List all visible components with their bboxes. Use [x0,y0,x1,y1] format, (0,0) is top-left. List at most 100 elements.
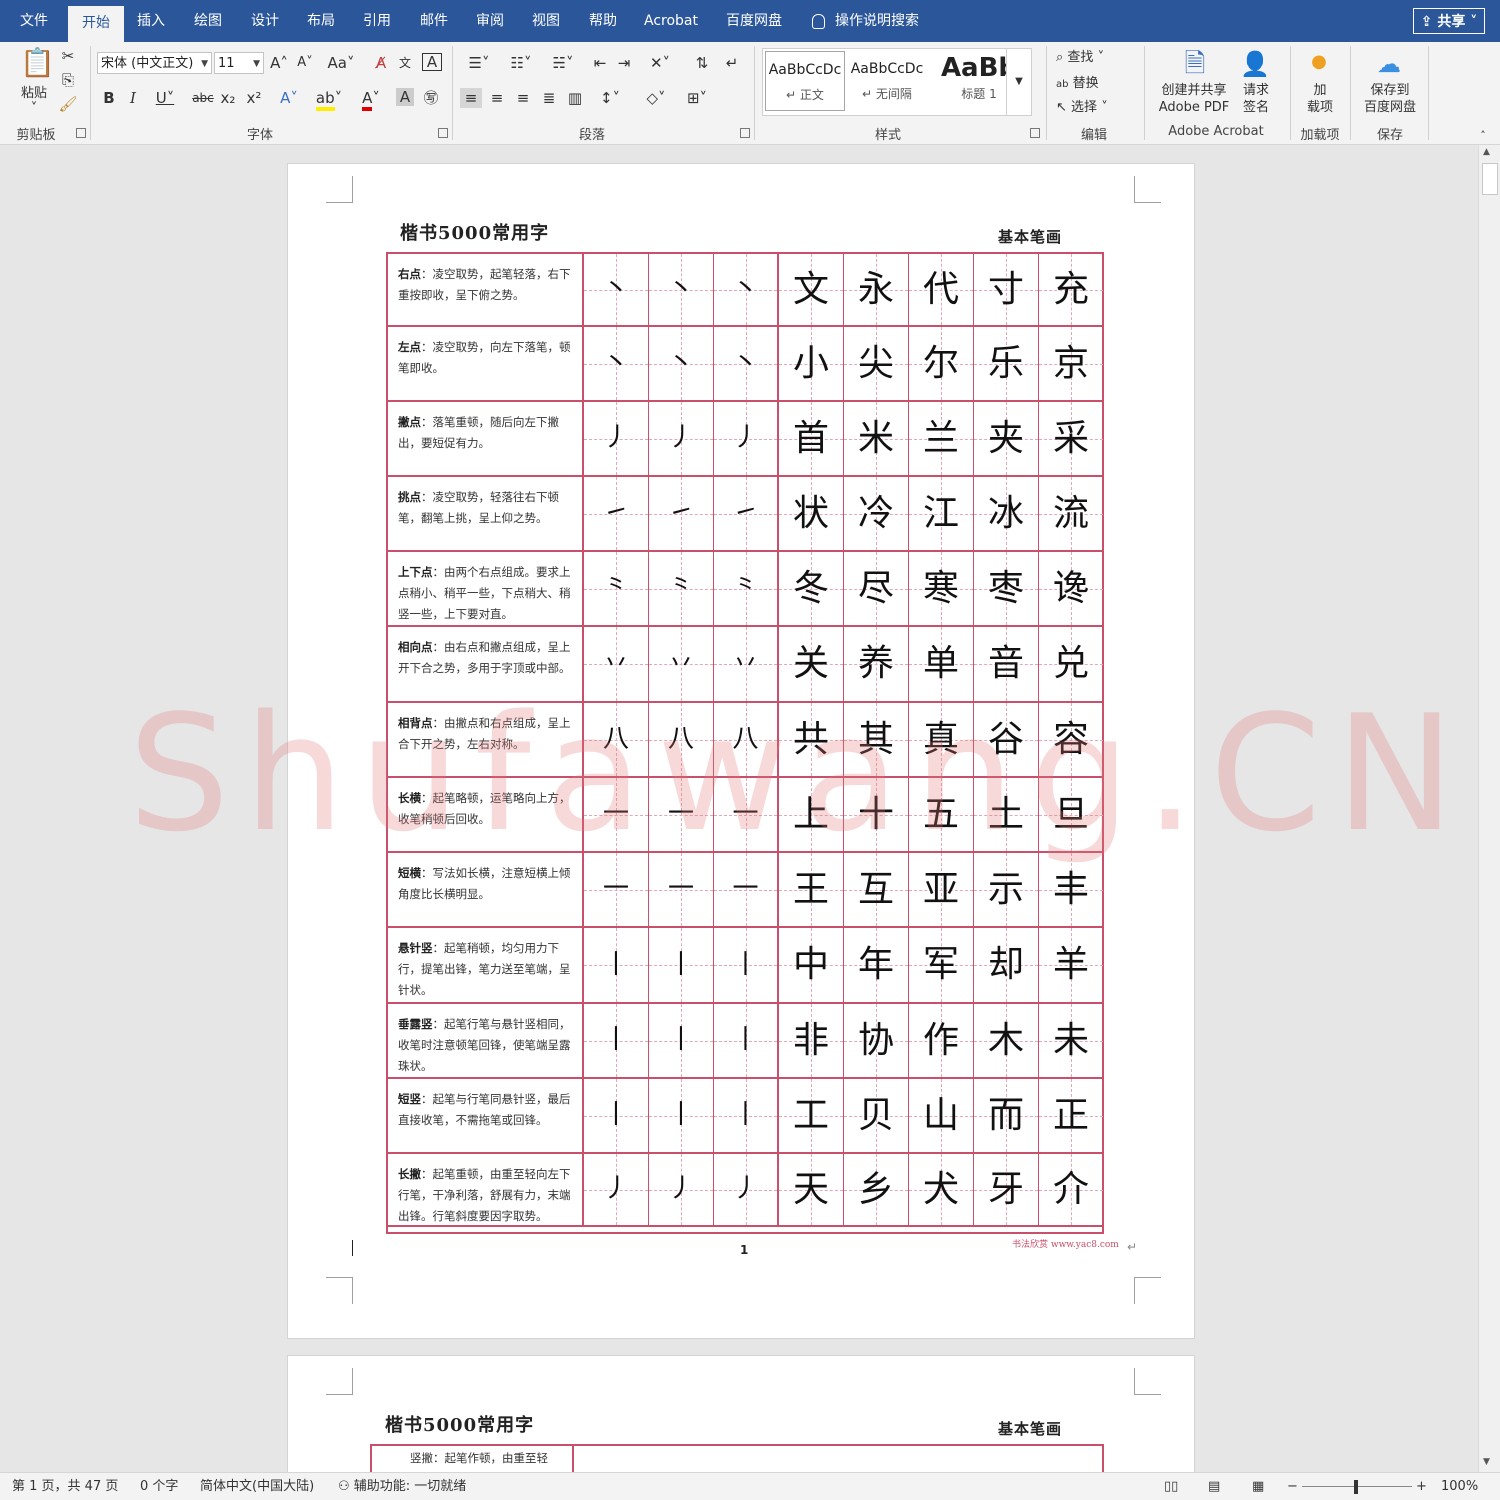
print-layout-icon[interactable]: ▤ [1208,1473,1220,1500]
clipboard-launcher-icon[interactable] [76,128,86,138]
scroll-up-icon[interactable]: ▲ [1483,147,1490,157]
word-count[interactable]: 0 个字 [140,1473,178,1500]
stroke-cell: 丶 [584,254,649,325]
tell-me-search[interactable]: 操作说明搜索 [812,0,919,42]
style-normal[interactable]: AaBbCcDc ↵ 正文 [765,51,845,111]
character-cell: 正 [1039,1079,1103,1152]
font-color-icon[interactable]: A˅ [354,88,388,111]
zoom-level[interactable]: 100% [1441,1473,1478,1500]
read-mode-icon[interactable]: ▯▯ [1164,1473,1178,1500]
font-name-select[interactable]: 宋体 (中文正文) ▼ [97,52,212,74]
tab-review[interactable]: 审阅 [467,0,513,42]
tab-mailings[interactable]: 邮件 [411,0,457,42]
char-scaling-icon[interactable]: ✕˅ [644,53,676,73]
collapse-ribbon-icon[interactable]: ˄ [1474,126,1492,146]
tab-acrobat[interactable]: Acrobat [636,0,706,42]
character-glyph: 王 [792,869,829,910]
share-button[interactable]: ⇪ 共享 ˅ [1413,8,1485,34]
scroll-down-icon[interactable]: ▼ [1483,1457,1490,1467]
replace-button[interactable]: ab 替换 [1056,72,1132,91]
styles-launcher-icon[interactable] [1030,128,1040,138]
tab-view[interactable]: 视图 [523,0,569,42]
tab-references[interactable]: 引用 [354,0,400,42]
style-no-spacing[interactable]: AaBbCcDc ↵ 无间隔 [847,51,927,111]
numbering-icon[interactable]: ☷˅ [504,53,538,73]
accessibility-status[interactable]: ⚇ 辅助功能: 一切就绪 [338,1473,466,1500]
bold-icon[interactable]: B [100,88,118,108]
select-button[interactable]: ↖ 选择 ˅ [1056,96,1132,115]
align-right-icon[interactable]: ≡ [512,88,534,108]
underline-icon[interactable]: U˅ [150,88,180,108]
phonetic-guide-icon[interactable]: 文 [396,53,414,73]
create-pdf-icon[interactable]: 🗎 [1180,46,1210,82]
clear-format-icon[interactable]: A̸ [372,53,390,73]
zoom-in-icon[interactable]: + [1416,1473,1427,1500]
create-share-pdf-button[interactable]: 创建并共享 Adobe PDF [1152,82,1236,116]
web-layout-icon[interactable]: ▦ [1252,1473,1264,1500]
enclose-char-icon[interactable]: ㊢ [422,88,440,108]
char-border-icon[interactable]: A [422,53,442,71]
stroke-cell: 丷 [584,627,649,701]
borders-icon[interactable]: ⊞˅ [680,88,714,108]
subscript-icon[interactable]: x₂ [218,88,238,108]
strikethrough-icon[interactable]: abc [192,88,214,108]
save-baidu-button[interactable]: 保存到 百度网盘 [1358,82,1422,116]
character-glyph: 五 [922,794,959,835]
vertical-scrollbar[interactable]: ▲ ▼ [1478,145,1500,1472]
sort-icon[interactable]: ⇅ [692,53,712,73]
baidu-cloud-icon[interactable]: ☁ [1372,48,1406,80]
italic-icon[interactable]: I [124,88,142,108]
line-spacing-icon[interactable]: ↕˅ [594,88,626,108]
row-description: 悬针竖：起笔稍顿，均匀用力下行，提笔出锋，笔力送至笔端，呈针状。 [388,928,584,1002]
separator [754,46,755,140]
addins-button[interactable]: 加载项 [1300,82,1340,116]
text-effects-icon[interactable]: A˅ [274,88,304,108]
superscript-icon[interactable]: x² [244,88,264,108]
tab-draw[interactable]: 绘图 [185,0,231,42]
multilevel-list-icon[interactable]: ☵˅ [546,53,580,73]
request-signature-icon[interactable]: 👤 [1240,46,1270,82]
format-painter-icon[interactable]: 🖌 [58,94,78,114]
page-info[interactable]: 第 1 页，共 47 页 [12,1473,118,1500]
tab-baidu[interactable]: 百度网盘 [716,0,792,42]
scrollbar-thumb[interactable] [1482,163,1498,195]
highlight-icon[interactable]: ab˅ [312,88,346,111]
character-glyph: 作 [922,1020,959,1061]
tab-layout[interactable]: 布局 [298,0,344,42]
copy-icon[interactable]: ⎘ [58,70,78,90]
distributed-icon[interactable]: ▥ [564,88,586,108]
increase-indent-icon[interactable]: ⇥ [614,53,634,73]
shrink-font-icon[interactable]: A˅ [296,53,314,73]
tab-home[interactable]: 开始 [68,6,124,42]
justify-icon[interactable]: ≣ [538,88,560,108]
align-center-icon[interactable]: ≡ [486,88,508,108]
change-case-button[interactable]: Aa˅ [324,53,358,73]
align-left-icon[interactable]: ≡ [460,88,482,108]
grow-font-icon[interactable]: A˄ [270,53,288,73]
language-indicator[interactable]: 简体中文(中国大陆) [200,1473,314,1500]
character-cell: 兰 [909,402,974,475]
tab-file[interactable]: 文件 [10,0,58,42]
paste-button[interactable]: 粘贴 ˅ [14,82,54,116]
zoom-slider-thumb[interactable] [1354,1480,1358,1494]
tab-insert[interactable]: 插入 [128,0,174,42]
paragraph-launcher-icon[interactable] [740,128,750,138]
style-gallery-more-icon[interactable]: ▼ [1006,48,1032,116]
addins-icon[interactable]: ● [1308,52,1330,72]
bullets-icon[interactable]: ☰˅ [462,53,496,73]
paste-icon[interactable]: 📋 [20,46,55,80]
tab-design[interactable]: 设计 [242,0,288,42]
font-size-select[interactable]: 11 ▼ [214,52,264,74]
shading-icon[interactable]: ◇˅ [640,88,672,108]
tab-help[interactable]: 帮助 [580,0,626,42]
crop-mark [326,1368,353,1395]
zoom-out-icon[interactable]: − [1287,1473,1298,1500]
char-shading-icon[interactable]: A [396,88,414,106]
request-signature-button[interactable]: 请求 签名 [1236,82,1276,116]
decrease-indent-icon[interactable]: ⇤ [590,53,610,73]
stroke-cell: 丨 [649,1079,714,1152]
cut-icon[interactable]: ✂ [58,46,78,66]
find-button[interactable]: ⌕ 查找 ˅ [1056,46,1132,65]
font-launcher-icon[interactable] [438,128,448,138]
show-marks-icon[interactable]: ↵ [722,53,742,73]
